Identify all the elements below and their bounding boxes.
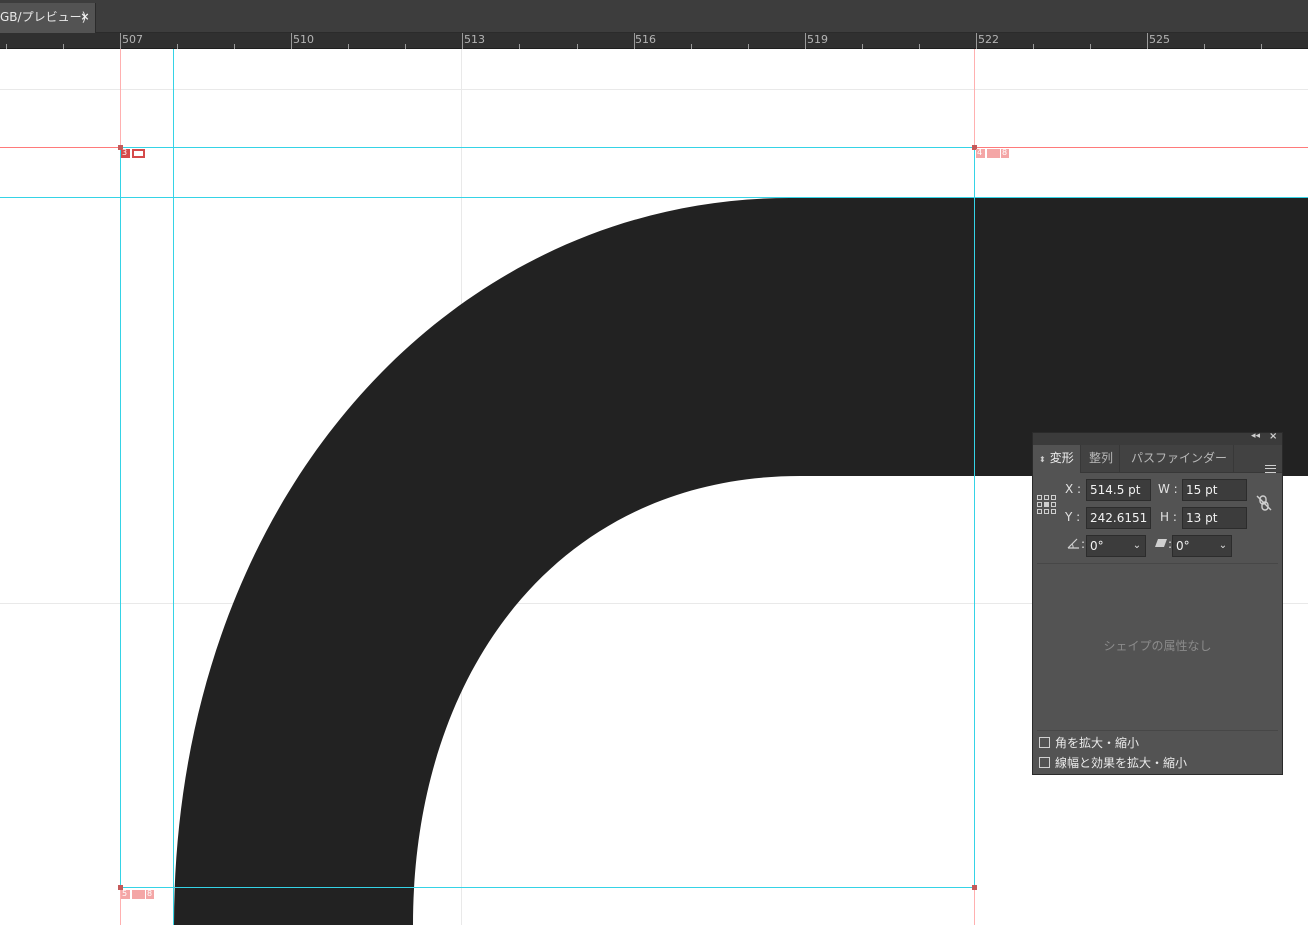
scale-strokes-label: 線幅と効果を拡大・縮小: [1055, 756, 1188, 770]
divider: [1037, 563, 1278, 564]
ruler-label: 516: [635, 33, 656, 46]
rotate-value: 0°: [1090, 539, 1104, 553]
ruler-label: 507: [122, 33, 143, 46]
checkbox-box[interactable]: [1039, 737, 1050, 748]
tab-label: パスファインダー: [1131, 451, 1228, 465]
shear-icon: [1155, 539, 1167, 547]
divider: [1037, 730, 1278, 731]
panel-menu-icon[interactable]: [1265, 465, 1276, 473]
rotate-label: :: [1081, 537, 1086, 551]
rotate-angle-icon: [1067, 538, 1079, 549]
tab-align[interactable]: 整列: [1083, 445, 1121, 473]
anchor-label: 8: [147, 889, 153, 898]
anchor-label: 4: [977, 148, 983, 157]
y-label: Y :: [1065, 510, 1081, 524]
w-label: W :: [1158, 482, 1178, 496]
ruler-label: 510: [293, 33, 314, 46]
link-proportions-icon[interactable]: [1255, 494, 1273, 512]
scale-corners-label: 角を拡大・縮小: [1055, 736, 1140, 750]
document-tab-bar: GB/プレビュー) ×: [0, 0, 1308, 33]
shear-value: 0°: [1176, 539, 1190, 553]
sort-arrows-icon: ⬍: [1039, 455, 1046, 464]
reference-point-grid-icon[interactable]: [1037, 495, 1059, 515]
close-icon[interactable]: ×: [1269, 431, 1277, 442]
no-shape-attributes-text: シェイプの属性なし: [1103, 639, 1212, 653]
x-field[interactable]: 514.5 pt: [1086, 479, 1151, 501]
panel-titlebar[interactable]: ◂◂ ×: [1033, 431, 1282, 445]
close-icon[interactable]: ×: [78, 3, 92, 31]
ruler-label: 519: [807, 33, 828, 46]
tab-pathfinder[interactable]: パスファインダー: [1125, 445, 1235, 473]
scale-corners-checkbox[interactable]: 角を拡大・縮小: [1039, 735, 1139, 751]
y-field[interactable]: 242.6151: [1086, 507, 1151, 529]
anchor-label: 3: [122, 148, 128, 157]
collapse-icon[interactable]: ◂◂: [1251, 431, 1260, 441]
ruler-label: 525: [1149, 33, 1170, 46]
x-label: X :: [1065, 482, 1082, 496]
h-field[interactable]: 13 pt: [1182, 507, 1247, 529]
tab-label: 整列: [1089, 451, 1114, 465]
scale-strokes-checkbox[interactable]: 線幅と効果を拡大・縮小: [1039, 755, 1187, 771]
w-field[interactable]: 15 pt: [1182, 479, 1247, 501]
anchor-label: 5: [122, 889, 128, 898]
shear-field[interactable]: 0° ⌄: [1172, 535, 1232, 557]
chevron-down-icon[interactable]: ⌄: [1215, 536, 1231, 556]
horizontal-ruler[interactable]: 507 510 513 516 519 522 525: [0, 33, 1308, 49]
document-tab-title: GB/プレビュー): [0, 10, 87, 24]
ruler-label: 522: [978, 33, 999, 46]
ruler-label: 513: [464, 33, 485, 46]
tab-label: 変形: [1049, 451, 1074, 465]
checkbox-box[interactable]: [1039, 757, 1050, 768]
h-label: H :: [1160, 510, 1177, 524]
rotate-field[interactable]: 0° ⌄: [1086, 535, 1146, 557]
panel-tabs: ⬍ 変形 整列 パスファインダー: [1033, 445, 1282, 473]
anchor-label: 8: [1002, 148, 1008, 157]
chevron-down-icon[interactable]: ⌄: [1129, 536, 1145, 556]
document-tab[interactable]: GB/プレビュー) ×: [0, 3, 96, 33]
tab-transform[interactable]: ⬍ 変形: [1033, 445, 1081, 473]
transform-panel[interactable]: ◂◂ × ⬍ 変形 整列 パスファインダー X : 514.5 pt W : 15…: [1032, 431, 1283, 775]
